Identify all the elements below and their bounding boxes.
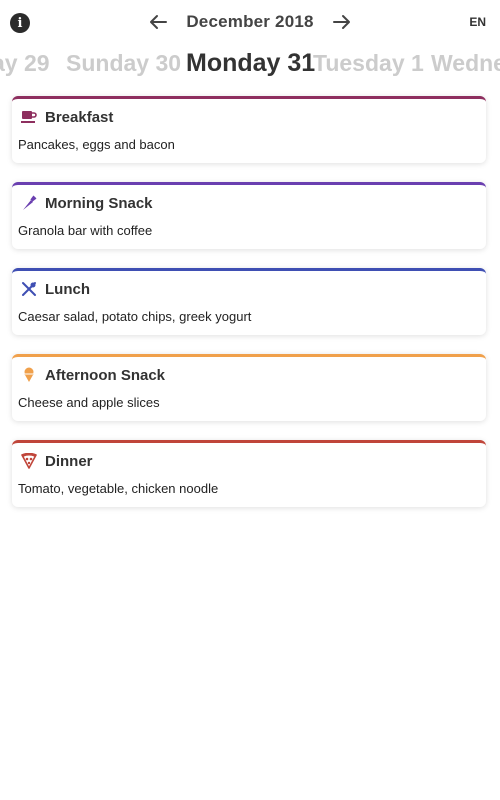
- carrot-icon: [20, 194, 38, 212]
- meal-list: Breakfast Pancakes, eggs and bacon Morni…: [12, 96, 486, 526]
- ice-cream-icon: [20, 366, 38, 384]
- top-bar: i December 2018 EN: [0, 0, 500, 46]
- meal-title: Dinner: [45, 452, 93, 470]
- meal-card-morning-snack[interactable]: Morning Snack Granola bar with coffee: [12, 182, 486, 249]
- utensils-icon: [20, 280, 38, 298]
- month-title: December 2018: [186, 12, 314, 31]
- pizza-icon: [20, 452, 38, 470]
- meal-description: Granola bar with coffee: [18, 223, 153, 238]
- card-header: Lunch: [20, 279, 90, 299]
- meal-description: Tomato, vegetable, chicken noodle: [18, 481, 219, 496]
- meal-title: Breakfast: [45, 108, 114, 126]
- card-header: Afternoon Snack: [20, 365, 165, 385]
- day-item[interactable]: Tuesday 1: [313, 50, 424, 77]
- meal-title: Morning Snack: [45, 194, 153, 212]
- card-header: Breakfast: [20, 107, 113, 127]
- meal-title: Lunch: [45, 280, 90, 298]
- day-item[interactable]: Wednes: [431, 50, 500, 77]
- coffee-cup-icon: [20, 108, 38, 126]
- arrow-left-icon[interactable]: [146, 10, 170, 34]
- card-header: Morning Snack: [20, 193, 153, 213]
- day-strip: ay 29 Sunday 30 Monday 31 Tuesday 1 Wedn…: [0, 46, 500, 86]
- month-navigation: December 2018: [0, 8, 500, 36]
- meal-card-lunch[interactable]: Lunch Caesar salad, potato chips, greek …: [12, 268, 486, 335]
- day-item[interactable]: ay 29: [0, 50, 50, 77]
- arrow-right-icon[interactable]: [330, 10, 354, 34]
- language-button[interactable]: EN: [469, 15, 486, 29]
- meal-description: Cheese and apple slices: [18, 395, 160, 410]
- meal-card-breakfast[interactable]: Breakfast Pancakes, eggs and bacon: [12, 96, 486, 163]
- meal-card-afternoon-snack[interactable]: Afternoon Snack Cheese and apple slices: [12, 354, 486, 421]
- meal-title: Afternoon Snack: [45, 366, 166, 384]
- day-item[interactable]: Sunday 30: [66, 50, 181, 77]
- meal-description: Caesar salad, potato chips, greek yogurt: [18, 309, 252, 324]
- meal-description: Pancakes, eggs and bacon: [18, 137, 175, 152]
- meal-card-dinner[interactable]: Dinner Tomato, vegetable, chicken noodle: [12, 440, 486, 507]
- card-header: Dinner: [20, 451, 93, 471]
- day-item-active[interactable]: Monday 31: [186, 49, 315, 78]
